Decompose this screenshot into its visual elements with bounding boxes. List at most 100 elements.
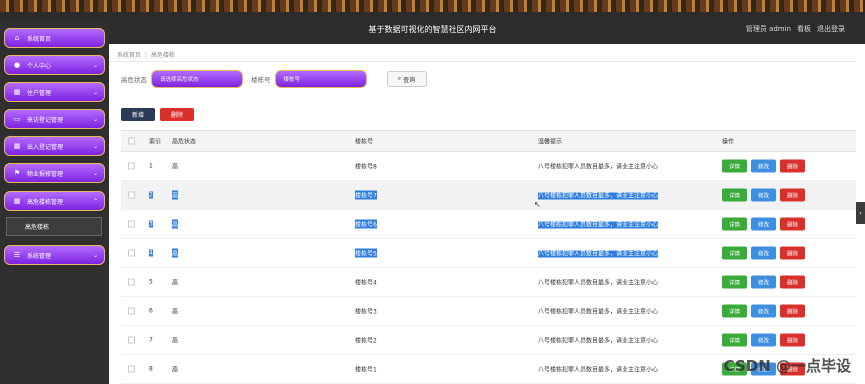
data-table: 索引 高危状态 楼栋号 温馨提示 操作 1 高 楼栋号8 八号楼栋犯罪人员数目最… bbox=[121, 130, 856, 384]
row-actions: 详情 修改 删除 bbox=[722, 159, 805, 173]
row-delete-button[interactable]: 删除 bbox=[780, 333, 805, 347]
row-actions: 详情 修改 删除 bbox=[722, 188, 805, 202]
grid-icon: ▦ bbox=[13, 197, 21, 205]
row-building: 楼栋号3 bbox=[355, 308, 377, 316]
edit-button[interactable]: 修改 bbox=[751, 188, 776, 202]
filter-bar: 高危状态 请选择高危状态 楼栋号 楼栋号 ⌕ 查询 bbox=[121, 70, 427, 88]
edit-button[interactable]: 修改 bbox=[751, 275, 776, 289]
dashboard-link[interactable]: 看板 bbox=[797, 24, 811, 34]
sidebar-item-label: 出入登记管理 bbox=[27, 143, 64, 151]
detail-button[interactable]: 详情 bbox=[722, 275, 747, 289]
watermark: CSDN @一点毕设 bbox=[723, 357, 851, 375]
chevron-down-icon: ⌄ bbox=[92, 143, 98, 150]
sidebar-item-access[interactable]: ▦ 出入登记管理 ⌄ bbox=[4, 136, 105, 156]
row-delete-button[interactable]: 删除 bbox=[780, 304, 805, 318]
monitor-icon: ▭ bbox=[13, 115, 21, 123]
logout-link[interactable]: 退出登录 bbox=[817, 24, 845, 34]
new-button[interactable]: 新增 bbox=[121, 108, 155, 121]
detail-button[interactable]: 详情 bbox=[722, 304, 747, 318]
header-user-area: 管理员 admin 看板 退出登录 bbox=[746, 24, 845, 34]
top-bar: 基于数据可视化的智慧社区内网平台 管理员 admin 看板 退出登录 bbox=[0, 0, 865, 44]
header-building: 楼栋号 bbox=[355, 138, 374, 146]
building-input[interactable]: 楼栋号 bbox=[274, 70, 367, 88]
sidebar-item-residents[interactable]: ▦ 住户管理 ⌄ bbox=[4, 82, 105, 102]
row-index: 8 bbox=[149, 365, 153, 373]
breadcrumb: 系统首页 | 高危楼栋 bbox=[117, 52, 176, 59]
row-tip: 八号楼栋犯罪人员数目最多，请业主注意小心 bbox=[538, 162, 658, 171]
row-delete-button[interactable]: 删除 bbox=[780, 188, 805, 202]
row-tip-text: 八号楼栋犯罪人员数目最多，请业主注意小心 bbox=[538, 163, 659, 171]
row-building: 楼栋号2 bbox=[355, 337, 377, 345]
row-checkbox[interactable] bbox=[128, 365, 135, 373]
grid-icon: ▦ bbox=[13, 142, 21, 150]
row-actions: 详情 修改 删除 bbox=[722, 304, 805, 318]
row-tip: 八号楼栋犯罪人员数目最多，请业主注意小心 bbox=[538, 220, 659, 229]
sidebar-item-label: 物业报修管理 bbox=[27, 170, 64, 178]
delete-button[interactable]: 删除 bbox=[160, 108, 194, 121]
row-tip: 八号楼栋犯罪人员数目最多，请业主注意小心 bbox=[538, 307, 658, 316]
detail-button[interactable]: 详情 bbox=[722, 159, 747, 173]
row-tip-text: 八号楼栋犯罪人员数目最多，请业主注意小心 bbox=[538, 337, 659, 345]
edit-button[interactable]: 修改 bbox=[751, 304, 776, 318]
submenu-item-high-risk-buildings[interactable]: 高危楼栋 bbox=[6, 217, 102, 236]
sidebar-item-repairs[interactable]: ⚑ 物业报修管理 ⌄ bbox=[4, 163, 105, 183]
sidebar-item-high-risk[interactable]: ▦ 高危楼栋管理 ⌃ bbox=[4, 191, 105, 211]
breadcrumb-home[interactable]: 系统首页 bbox=[117, 52, 141, 59]
row-tip-text: 八号楼栋犯罪人员数目最多，请业主注意小心 bbox=[538, 192, 659, 200]
row-tip: 八号楼栋犯罪人员数目最多，请业主注意小心 bbox=[538, 249, 659, 258]
edit-button[interactable]: 修改 bbox=[751, 246, 776, 260]
chevron-down-icon: ⌄ bbox=[92, 89, 98, 96]
table-row: 4 高 楼栋号5 八号楼栋犯罪人员数目最多，请业主注意小心 详情 修改 删除 bbox=[121, 239, 856, 268]
divider bbox=[109, 61, 856, 62]
collapse-tab-chevron-icon[interactable]: ‹ bbox=[856, 202, 865, 224]
select-all-checkbox[interactable] bbox=[128, 137, 135, 145]
sidebar-item-home[interactable]: ⌂ 系统首页 bbox=[4, 28, 105, 48]
chevron-down-icon: ⌄ bbox=[92, 170, 98, 177]
search-button[interactable]: ⌕ 查询 bbox=[386, 71, 427, 87]
sidebar-item-personal[interactable]: ● 个人中心 ⌄ bbox=[4, 55, 105, 75]
row-delete-button[interactable]: 删除 bbox=[780, 246, 805, 260]
chevron-down-icon: ⌄ bbox=[92, 62, 98, 69]
app-title: 基于数据可视化的智慧社区内网平台 bbox=[368, 25, 497, 34]
row-status: 高 bbox=[172, 308, 179, 316]
row-status: 高 bbox=[172, 248, 179, 258]
sidebar-item-system[interactable]: ☰ 系统管理 ⌄ bbox=[4, 245, 105, 265]
row-tip-text: 八号楼栋犯罪人员数目最多，请业主注意小心 bbox=[538, 279, 659, 287]
row-status: 高 bbox=[172, 163, 179, 171]
row-delete-button[interactable]: 删除 bbox=[780, 217, 805, 231]
detail-button[interactable]: 详情 bbox=[722, 246, 747, 260]
row-delete-button[interactable]: 删除 bbox=[780, 275, 805, 289]
edit-button[interactable]: 修改 bbox=[751, 217, 776, 231]
row-checkbox[interactable] bbox=[128, 307, 135, 315]
detail-button[interactable]: 详情 bbox=[722, 333, 747, 347]
table-actions: 新增 删除 bbox=[121, 108, 194, 121]
row-checkbox[interactable] bbox=[128, 278, 135, 286]
row-building: 楼栋号4 bbox=[355, 279, 377, 287]
row-tip: 八号楼栋犯罪人员数目最多，请业主注意小心 bbox=[538, 278, 658, 287]
row-delete-button[interactable]: 删除 bbox=[780, 159, 805, 173]
building-filter-label: 楼栋号 bbox=[251, 76, 271, 84]
row-index: 5 bbox=[149, 278, 153, 286]
chevron-down-icon: ⌄ bbox=[92, 116, 98, 123]
edit-button[interactable]: 修改 bbox=[751, 159, 776, 173]
row-actions: 详情 修改 删除 bbox=[722, 333, 805, 347]
row-index: 4 bbox=[149, 249, 153, 257]
sidebar-item-visitors[interactable]: ▭ 来访登记管理 ⌄ bbox=[4, 109, 105, 129]
sliders-icon: ☰ bbox=[13, 251, 21, 259]
detail-button[interactable]: 详情 bbox=[722, 188, 747, 202]
row-checkbox[interactable] bbox=[128, 220, 135, 228]
sidebar-item-label: 个人中心 bbox=[27, 62, 52, 70]
row-tip-text: 八号楼栋犯罪人员数目最多，请业主注意小心 bbox=[538, 250, 659, 258]
table-row: 6 高 楼栋号3 八号楼栋犯罪人员数目最多，请业主注意小心 详情 修改 删除 bbox=[121, 297, 856, 326]
status-select[interactable]: 请选择高危状态 bbox=[151, 70, 243, 88]
main-content: 系统首页 | 高危楼栋 高危状态 请选择高危状态 楼栋号 楼栋号 ⌕ 查询 新增 删… bbox=[109, 44, 856, 384]
row-checkbox[interactable] bbox=[128, 336, 135, 344]
row-checkbox[interactable] bbox=[128, 191, 135, 199]
row-checkbox[interactable] bbox=[128, 249, 135, 257]
sidebar-item-label: 高危楼栋管理 bbox=[27, 198, 64, 206]
row-index: 2 bbox=[149, 191, 153, 199]
row-checkbox[interactable] bbox=[128, 162, 135, 170]
edit-button[interactable]: 修改 bbox=[751, 333, 776, 347]
chevron-up-icon: ⌃ bbox=[92, 198, 98, 205]
detail-button[interactable]: 详情 bbox=[722, 217, 747, 231]
